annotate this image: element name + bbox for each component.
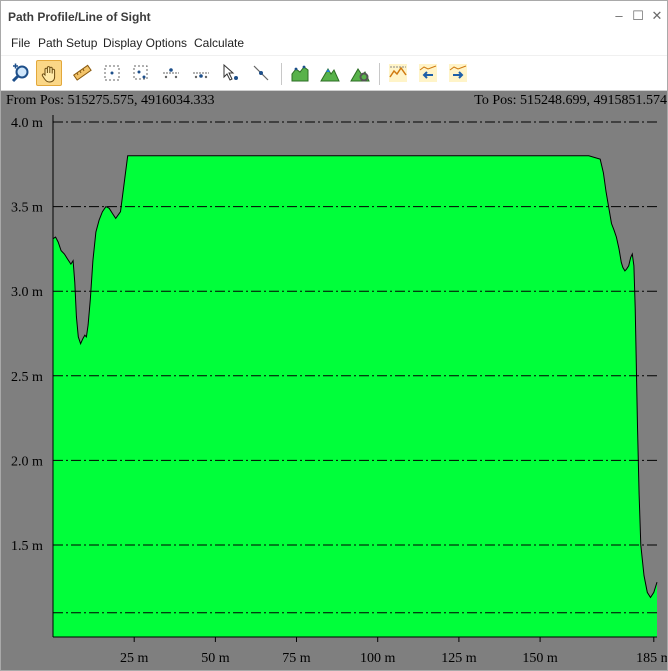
x-tick-label: 75 m: [282, 651, 311, 666]
profile-plot-area[interactable]: From Pos: 515275.575, 4916034.333 To Pos…: [1, 91, 667, 670]
line-of-sight-icon[interactable]: [385, 60, 411, 86]
title-bar[interactable]: Path Profile/Line of Sight – ☐ ✕: [1, 1, 667, 31]
terrain-edit-icon[interactable]: [347, 60, 373, 86]
delete-point-icon[interactable]: [188, 60, 214, 86]
next-profile-icon[interactable]: [445, 60, 471, 86]
y-tick-label: 3.0 m: [11, 285, 43, 300]
y-tick-label: 2.0 m: [11, 454, 43, 469]
previous-profile-icon[interactable]: [415, 60, 441, 86]
terrain-profile-area: [53, 155, 657, 638]
insert-point-icon[interactable]: [158, 60, 184, 86]
maximize-button[interactable]: ☐: [629, 7, 647, 25]
toolbar-separator: [379, 63, 380, 85]
minimize-button[interactable]: –: [610, 7, 628, 25]
y-tick-label: 2.5 m: [11, 370, 43, 385]
pan-hand-icon[interactable]: [36, 60, 62, 86]
x-tick-label: 185 m: [636, 651, 667, 666]
y-tick-label: 1.5 m: [11, 539, 43, 554]
x-tick-label: 100 m: [360, 651, 396, 666]
x-tick-label: 50 m: [201, 651, 230, 666]
terrain-peaks-icon[interactable]: [317, 60, 343, 86]
y-tick-label: 3.5 m: [11, 201, 43, 216]
toolbar: [1, 56, 667, 91]
zoom-icon[interactable]: [8, 60, 34, 86]
select-points-icon[interactable]: [128, 60, 154, 86]
x-tick-label: 150 m: [522, 651, 558, 666]
x-tick-label: 25 m: [120, 651, 149, 666]
y-tick-label: 4.0 m: [11, 116, 43, 131]
select-box-icon[interactable]: [99, 60, 125, 86]
window-title: Path Profile/Line of Sight: [8, 10, 151, 24]
menu-path-setup[interactable]: Path Setup: [38, 36, 97, 50]
menu-file[interactable]: File: [11, 36, 30, 50]
pointer-edit-icon[interactable]: [248, 60, 274, 86]
menu-display-options[interactable]: Display Options: [103, 36, 187, 50]
toolbar-separator: [281, 63, 282, 85]
measure-ruler-icon[interactable]: [69, 60, 95, 86]
close-button[interactable]: ✕: [648, 7, 666, 25]
menu-calculate[interactable]: Calculate: [194, 36, 244, 50]
menu-bar: File Path Setup Display Options Calculat…: [1, 31, 667, 55]
x-tick-label: 125 m: [441, 651, 477, 666]
profile-chart-icon[interactable]: [287, 60, 313, 86]
path-profile-window: Path Profile/Line of Sight – ☐ ✕ File Pa…: [0, 0, 668, 671]
profile-chart: 1.5 m 2.0 m 2.5 m 3.0 m 3.5 m 4.0 m 25 m 50 m 75…: [11, 115, 667, 666]
pointer-move-icon[interactable]: [218, 60, 244, 86]
